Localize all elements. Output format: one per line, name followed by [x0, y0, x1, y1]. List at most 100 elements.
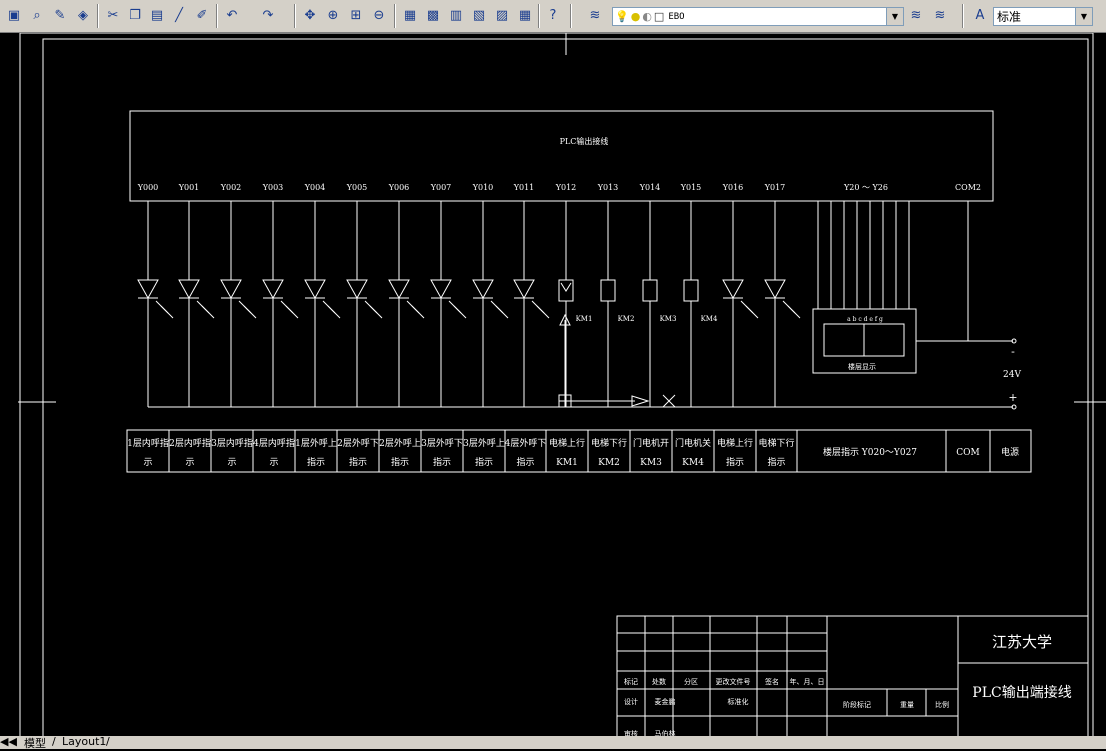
led-light-arrow — [201, 305, 215, 319]
table-cell-text: 2层外呼上 — [379, 437, 421, 449]
led-diode-symbol — [513, 279, 535, 300]
table-cell-text: 4层外呼下 — [505, 437, 547, 449]
led-light-arrow — [243, 305, 257, 319]
led-diode-symbol — [178, 279, 200, 300]
table-cell-text: 指示 — [349, 456, 367, 468]
output-label: Y004 — [304, 183, 326, 192]
markup-icon[interactable]: ▨ — [492, 5, 512, 25]
quickcalc-icon[interactable]: ▦ — [515, 5, 535, 25]
chevron-down-icon[interactable]: ▼ — [1075, 8, 1092, 25]
table-cell-text: 指示 — [307, 456, 325, 468]
sheet-set-icon[interactable]: ▧ — [469, 5, 489, 25]
text-style-dropdown[interactable]: 标准 ▼ — [993, 7, 1093, 26]
led-light-arrow — [495, 305, 509, 319]
table-cell-text: 电梯下行 — [758, 437, 794, 449]
paste-icon[interactable]: ▤ — [147, 5, 167, 25]
table-cell-text: 门电机开 — [633, 437, 669, 449]
layer-dropdown[interactable]: 💡 ● ◐ □ EBO ▼ — [612, 7, 904, 26]
led-light-arrow — [536, 305, 550, 319]
stage-label: 阶段标记 — [843, 700, 871, 709]
open-icon[interactable]: ▣ — [4, 5, 24, 25]
publish-icon[interactable]: ✎ — [50, 5, 70, 25]
design-center-icon[interactable]: ▩ — [423, 5, 443, 25]
output-label: Y000 — [137, 183, 159, 192]
copy-icon[interactable]: ❐ — [125, 5, 145, 25]
led-diode-symbol — [388, 279, 410, 300]
separator — [216, 4, 218, 28]
layer-manager-icon[interactable]: ≋ — [585, 5, 605, 25]
chevron-down-icon[interactable]: ▼ — [886, 8, 903, 25]
text-style-name: 标准 — [997, 10, 1022, 24]
preview-icon[interactable]: ⌕ — [27, 5, 47, 25]
floor-display-cell: 楼层指示 Y020～Y027 — [823, 446, 917, 458]
table-cell-text: 1层内呼指 — [127, 437, 169, 449]
table-cell-text: KM3 — [640, 458, 662, 468]
output-label: Y002 — [220, 183, 242, 192]
table-cell-text: 指示 — [726, 456, 744, 468]
led-light-arrow — [327, 305, 341, 319]
layer-previous-icon[interactable]: ≋ — [930, 5, 950, 25]
design-label: 设计 — [624, 697, 638, 706]
led-light-arrow — [745, 305, 759, 319]
relay-coil-symbol — [683, 279, 699, 302]
led-diode-symbol — [262, 279, 284, 300]
led-light-arrow — [411, 305, 425, 319]
separator — [570, 4, 572, 28]
design-label: 麦金鹏 — [655, 697, 676, 706]
zoom-realtime-icon[interactable]: ⊕ — [323, 5, 343, 25]
table-cell-text: 1层外呼上 — [295, 437, 337, 449]
match-icon[interactable]: ╱ — [169, 5, 189, 25]
table-cell-text: 3层外呼上 — [463, 437, 505, 449]
text-style-icon[interactable]: A — [970, 5, 990, 25]
review-label: 审核 — [624, 729, 638, 736]
output-label: Y013 — [597, 183, 619, 192]
table-cell-text: 电梯上行 — [717, 437, 753, 449]
output-channels — [137, 201, 801, 407]
tool-palette-icon[interactable]: ▥ — [446, 5, 466, 25]
y20-y26-lines — [817, 201, 910, 309]
output-label: Y010 — [472, 183, 494, 192]
redo-icon[interactable]: ↷ — [258, 5, 278, 25]
make-current-layer-icon[interactable]: ≋ — [906, 5, 926, 25]
table-cell-text: 指示 — [767, 456, 785, 468]
cut-icon[interactable]: ✂ — [103, 5, 123, 25]
pan-icon[interactable]: ✥ — [300, 5, 320, 25]
tab-layout1[interactable]: Layout1 — [62, 735, 106, 748]
zoom-window-icon[interactable]: ⊞ — [346, 5, 366, 25]
stage-label: 比例 — [935, 700, 949, 709]
plot-icon[interactable]: ◈ — [73, 5, 93, 25]
title-row-label: 更改文件号 — [716, 677, 751, 686]
title-row-label: 分区 — [684, 677, 698, 686]
design-label: 标准化 — [728, 697, 749, 706]
relay-labels: KM1 KM2 KM3 KM4 — [576, 315, 718, 323]
table-cell-text: 门电机关 — [675, 437, 711, 449]
output-label: Y012 — [555, 183, 577, 192]
table-cell-text: 指示 — [475, 456, 493, 468]
properties-icon[interactable]: ▦ — [400, 5, 420, 25]
output-label: Y017 — [764, 183, 786, 192]
relay-label: KM4 — [701, 315, 718, 323]
output-labels: Y000 Y001 Y002 Y003 Y004 Y005 Y006 Y007 Y010 Y011… — [137, 183, 786, 192]
table-cell-text: 指示 — [433, 456, 451, 468]
tab-nav-arrows[interactable]: ◀◀ — [0, 735, 17, 748]
sun-icon: ● — [630, 10, 641, 23]
help-icon[interactable]: ? — [543, 5, 563, 25]
io-table-text: 1层内呼指示 2层内呼指示 3层内呼指示 4层内呼指示 1层外呼上指示 2层外呼下指示 2层… — [127, 437, 794, 468]
layer-name: EBO — [668, 11, 685, 22]
table-cell-text: 示 — [185, 458, 194, 468]
supply-voltage: 24V — [1003, 370, 1021, 380]
zoom-previous-icon[interactable]: ⊖ — [369, 5, 389, 25]
plus-sign: + — [1008, 391, 1017, 404]
table-cell-text: 电梯上行 — [549, 437, 585, 449]
relay-label: KM2 — [618, 315, 635, 323]
output-label: Y016 — [722, 183, 744, 192]
color-square-icon: □ — [653, 10, 665, 23]
led-light-arrow — [369, 305, 383, 319]
table-cell-text: KM2 — [598, 458, 620, 468]
table-cell-text: 3层内呼指 — [211, 437, 253, 449]
undo-icon[interactable]: ↶ — [222, 5, 242, 25]
brush-icon[interactable]: ✐ — [192, 5, 212, 25]
stage-label: 重量 — [900, 701, 914, 709]
light-bulb-icon: 💡 — [615, 10, 629, 23]
drawing-canvas[interactable]: PLC输出接线 Y000 Y001 Y002 Y003 Y004 Y005 Y006 Y007… — [0, 33, 1106, 736]
